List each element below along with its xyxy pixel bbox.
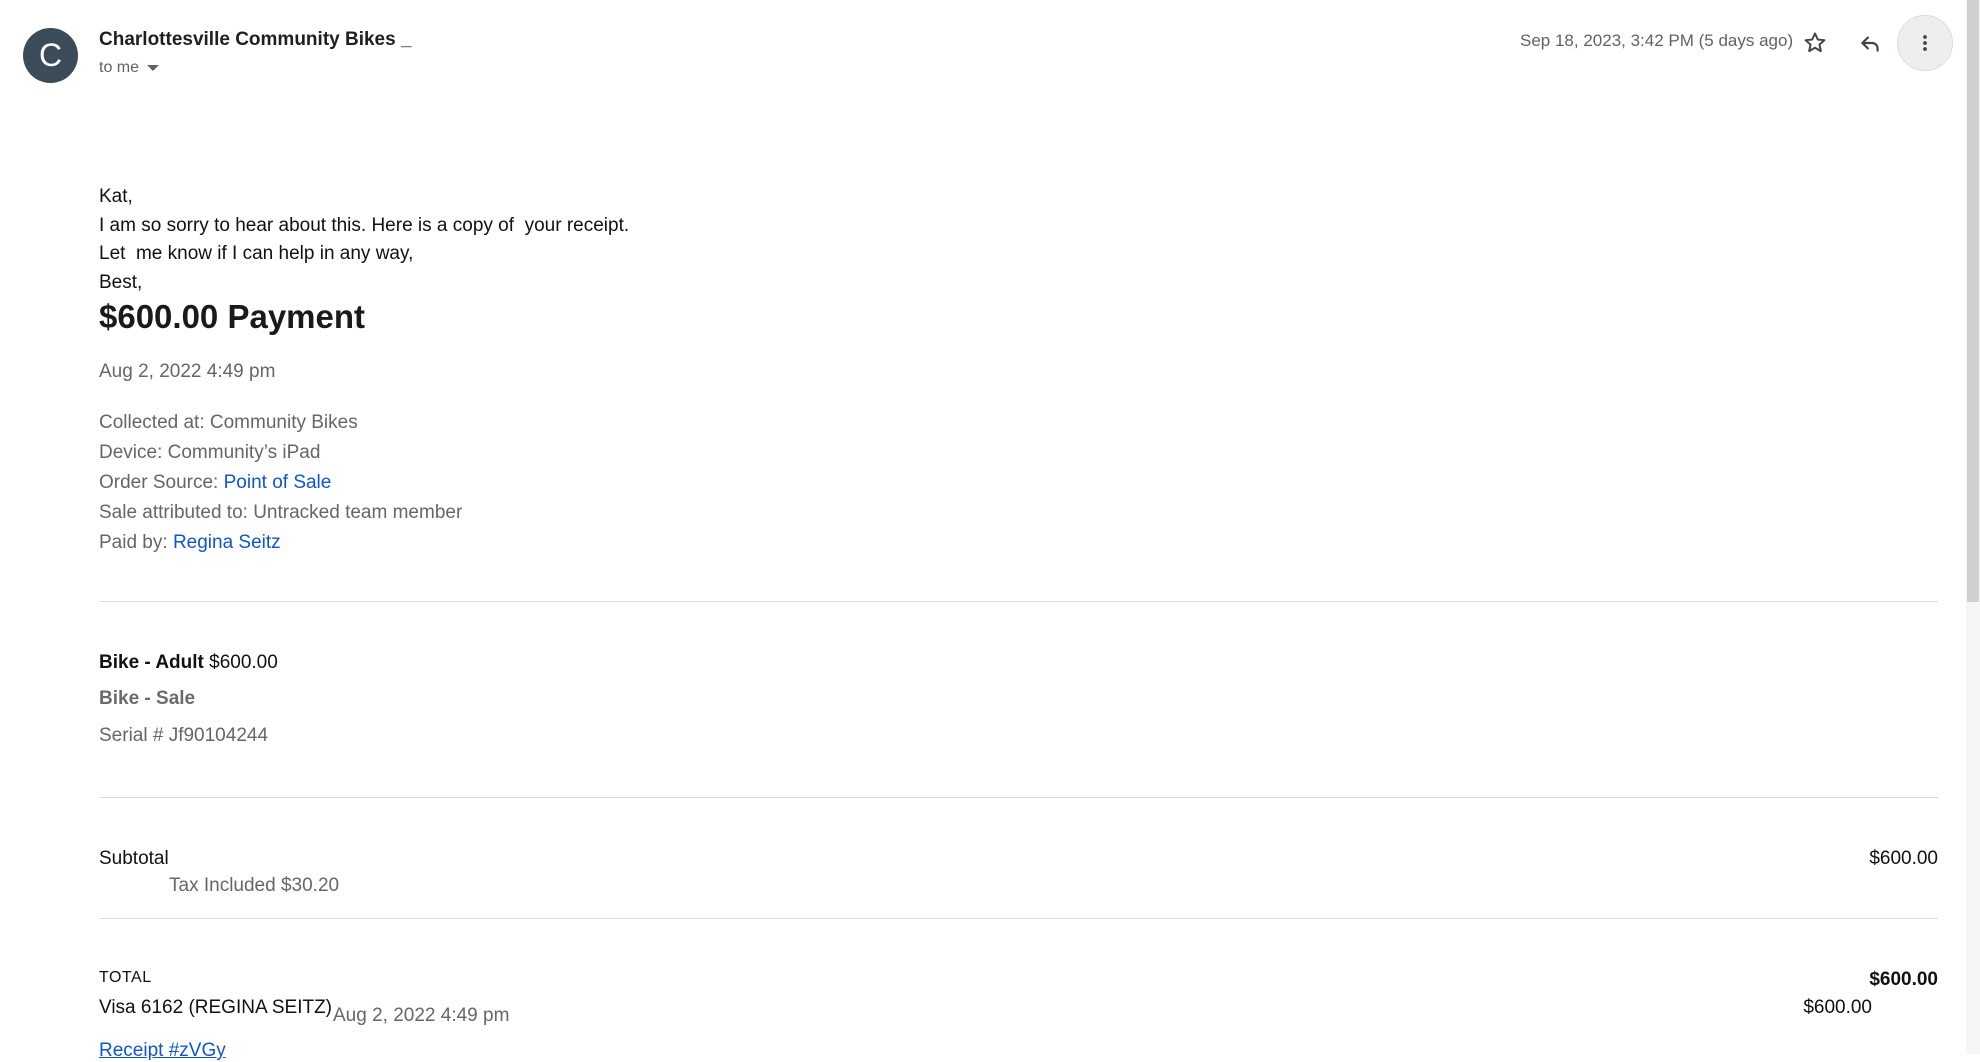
payment-card: Visa 6162 (REGINA SEITZ) xyxy=(99,997,333,1018)
more-options-button[interactable] xyxy=(1897,15,1953,71)
order-source: Order Source: Point of Sale xyxy=(99,472,331,494)
greeting: Kat, xyxy=(99,186,133,207)
receipt-link[interactable]: Receipt #zVGy xyxy=(99,1040,226,1062)
sender-name[interactable]: Charlottesville Community Bikes _ xyxy=(99,29,412,51)
scrollbar-thumb[interactable] xyxy=(1967,0,1979,602)
paid-by: Paid by: Regina Seitz xyxy=(99,532,281,554)
subtotal-value: $600.00 xyxy=(1869,848,1938,869)
signoff: Best, xyxy=(99,272,143,293)
total-label: TOTAL xyxy=(99,969,152,986)
recipient-label: to me xyxy=(99,59,140,76)
payment-title: $600.00 Payment xyxy=(99,298,366,335)
total-value: $600.00 xyxy=(1869,969,1938,990)
device: Device: Community’s iPad xyxy=(99,442,321,463)
sender-avatar[interactable]: C xyxy=(23,28,78,83)
paid-by-link[interactable]: Regina Seitz xyxy=(173,532,281,553)
item-price: $600.00 xyxy=(203,652,278,673)
item-name: Bike - Adult xyxy=(99,652,204,673)
order-source-label: Order Source: xyxy=(99,472,224,493)
payment-date: Aug 2, 2022 4:49 pm xyxy=(99,361,276,382)
reply-icon xyxy=(1861,36,1879,52)
reply-button[interactable] xyxy=(1844,17,1896,69)
recipient-details-toggle[interactable]: to me xyxy=(99,59,160,77)
collected-at: Collected at: Community Bikes xyxy=(99,412,358,433)
more-vert-icon xyxy=(1923,35,1927,51)
tax-included: Tax Included $30.20 xyxy=(169,875,340,896)
subtotal-label: Subtotal xyxy=(99,848,169,869)
star-button[interactable] xyxy=(1789,17,1841,69)
order-source-link[interactable]: Point of Sale xyxy=(224,472,332,493)
divider xyxy=(99,601,1938,602)
item-category: Bike - Sale xyxy=(99,688,196,709)
payment-card-date: Aug 2, 2022 4:49 pm xyxy=(333,1005,510,1026)
message-line: Let me know if I can help in any way, xyxy=(99,243,414,264)
item-serial: Serial # Jf90104244 xyxy=(99,725,269,746)
line-item: Bike - Adult $600.00 xyxy=(99,652,278,674)
email-date: Sep 18, 2023, 3:42 PM (5 days ago) xyxy=(1520,31,1794,50)
message-line: I am so sorry to hear about this. Here i… xyxy=(99,215,630,236)
star-icon xyxy=(1804,32,1826,53)
divider xyxy=(99,797,1938,798)
paid-by-label: Paid by: xyxy=(99,532,173,553)
divider xyxy=(99,918,1938,919)
payment-card-amount: $600.00 xyxy=(1803,997,1872,1018)
chevron-down-icon xyxy=(147,64,160,71)
sale-attributed: Sale attributed to: Untracked team membe… xyxy=(99,502,463,523)
